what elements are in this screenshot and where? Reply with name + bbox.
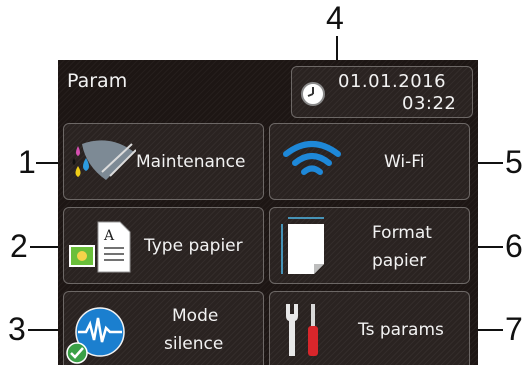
paper-format-icon <box>281 217 324 274</box>
callout-2: 2 <box>10 228 28 264</box>
wifi-button[interactable]: Wi-Fi <box>269 123 470 200</box>
check-icon <box>66 342 88 364</box>
maintenance-label: Maintenance <box>136 152 246 172</box>
all-settings-button[interactable]: Ts params <box>269 291 470 365</box>
paper-type-label: Type papier <box>144 236 243 256</box>
silent-mode-label-line2: silence <box>164 334 224 354</box>
paper-type-button[interactable]: A Type papier <box>63 207 264 284</box>
all-settings-label: Ts params <box>358 320 444 340</box>
maintenance-button[interactable]: Maintenance <box>63 123 264 200</box>
silent-mode-label-line1: Mode <box>172 306 219 326</box>
paper-format-button[interactable]: Format papier <box>269 207 470 284</box>
callout-4: 4 <box>326 0 344 36</box>
callout-6: 6 <box>505 228 523 264</box>
paper-format-label-line2: papier <box>372 251 427 271</box>
silent-mode-button[interactable]: Mode silence <box>63 291 264 365</box>
wifi-icon <box>283 141 341 175</box>
svg-text:A: A <box>103 228 115 244</box>
time-text: 03:22 <box>402 93 457 114</box>
wifi-label: Wi-Fi <box>384 152 425 172</box>
paper-type-icon: A <box>69 221 131 273</box>
paper-format-label-line1: Format <box>372 223 432 243</box>
callout-7: 7 <box>505 311 523 347</box>
clock-icon <box>301 82 325 106</box>
callout-3: 3 <box>8 311 26 347</box>
screen-title: Param <box>67 70 128 92</box>
callout-1: 1 <box>18 144 36 180</box>
callout-5: 5 <box>505 144 523 180</box>
date-time-button[interactable]: 01.01.2016 03:22 <box>291 66 473 118</box>
date-text: 01.01.2016 <box>338 71 447 92</box>
tools-icon <box>286 304 318 356</box>
ink-drops-icon <box>72 140 136 180</box>
